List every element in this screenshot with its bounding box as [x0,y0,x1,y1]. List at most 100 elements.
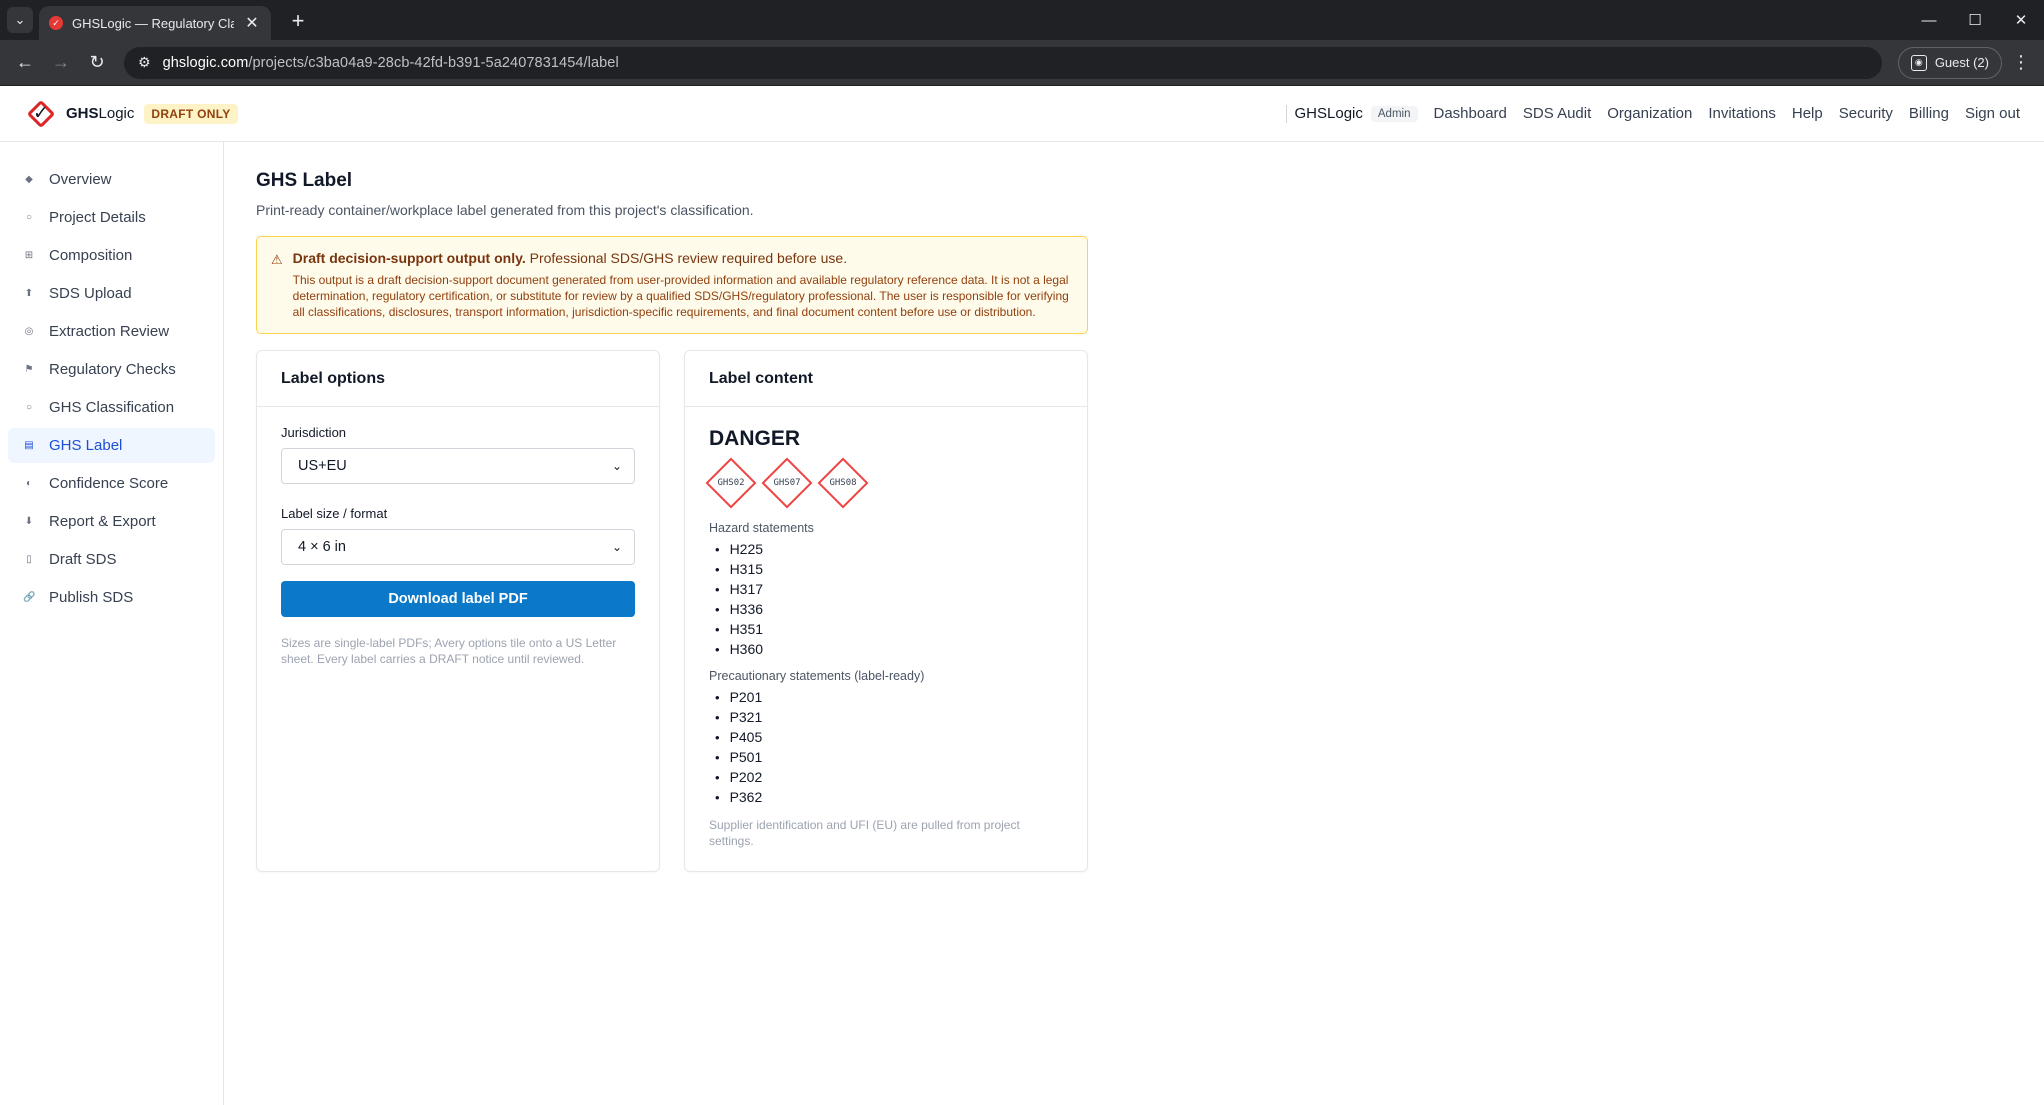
url-text: ghslogic.com/projects/c3ba04a9-28cb-42fd… [163,55,619,71]
sidebar-item-draft-sds[interactable]: ▯ Draft SDS [8,542,215,577]
sidebar-item-label: GHS Classification [49,399,175,416]
tab-close-icon[interactable]: ✕ [243,13,261,33]
sidebar-item-label: Extraction Review [49,323,170,340]
label-content-title: Label content [685,351,1087,407]
nav-dashboard[interactable]: Dashboard [1434,105,1507,122]
nav-invitations[interactable]: Invitations [1708,105,1776,122]
jurisdiction-select[interactable]: US+EU ⌄ [281,448,635,484]
sidebar: ◆ Overview ○ Project Details ⊞ Composition ⬆ SD… [0,142,224,1105]
sidebar-item-label: Report & Export [49,513,156,530]
warning-triangle-icon: ⚠ [271,252,283,267]
pictogram-code: GHS07 [773,478,801,488]
nav-sds-audit[interactable]: SDS Audit [1523,105,1591,122]
precautionary-statement-item: P501 [709,747,1063,767]
tab-search-chevron-icon[interactable]: ⌄ [7,7,33,33]
nav-divider [1285,104,1287,123]
precautionary-statement-item: P405 [709,727,1063,747]
profile-button[interactable]: ◉ Guest (2) [1897,46,2002,79]
hazard-statement-item: H317 [709,579,1063,599]
sidebar-item-ghs-classification[interactable]: ○ GHS Classification [8,390,215,425]
sidebar-item-sds-upload[interactable]: ⬆ SDS Upload [8,276,215,311]
label-size-select[interactable]: 4 × 6 in ⌄ [281,529,635,565]
brand[interactable]: ✓ GHSLogic DRAFT ONLY [26,99,238,129]
browser-tab-strip: ⌄ ✓ GHSLogic — Regulatory Classi ✕ + — ☐… [0,0,2044,40]
hazard-statement-item: H315 [709,559,1063,579]
precautionary-statement-item: P321 [709,707,1063,727]
main-content: GHS Label Print-ready container/workplac… [224,142,2044,1105]
minimize-icon[interactable]: — [1906,0,1952,40]
precautionary-statements-label: Precautionary statements (label-ready) [709,669,925,683]
ghs-pictogram-icon: GHS08 [817,457,869,509]
precautionary-statements-list: P201P321P405P501P202P362 [709,687,1063,807]
signal-word: DANGER [709,427,801,450]
sidebar-item-report-and-export[interactable]: ⬇ Report & Export [8,504,215,539]
chevron-down-icon: ⌄ [611,459,622,473]
sds-upload-icon: ⬆ [24,288,34,299]
brand-name: GHSLogic [66,105,135,122]
sidebar-item-overview[interactable]: ◆ Overview [8,162,215,197]
sidebar-item-label: Draft SDS [49,551,117,568]
precautionary-statement-item: P202 [709,767,1063,787]
browser-tab[interactable]: ✓ GHSLogic — Regulatory Classi ✕ [39,6,271,40]
sidebar-item-ghs-label[interactable]: ▤ GHS Label [8,428,215,463]
sidebar-item-label: Overview [49,171,112,188]
hazard-statement-item: H351 [709,619,1063,639]
address-bar[interactable]: ⚙ ghslogic.com/projects/c3ba04a9-28cb-42… [124,46,1882,79]
label-options-card: Label options Jurisdiction US+EU ⌄ Label… [256,350,660,872]
confidence-score-icon: ◐ [25,478,33,489]
overview-icon: ◆ [25,174,33,185]
ghs-pictogram-icon: GHS07 [761,457,813,509]
precautionary-statement-item: P201 [709,687,1063,707]
sidebar-item-confidence-score[interactable]: ◐ Confidence Score [8,466,215,501]
warning-body: This output is a draft decision-support … [292,273,1069,319]
project-details-icon: ○ [25,212,33,223]
jurisdiction-label: Jurisdiction [281,425,347,440]
new-tab-icon[interactable]: + [285,8,311,34]
app-header: ✓ GHSLogic DRAFT ONLY GHSLogic Admin Das… [0,86,2044,142]
sidebar-item-composition[interactable]: ⊞ Composition [8,238,215,273]
profile-icon: ◉ [1910,54,1927,71]
sidebar-item-label: SDS Upload [49,285,132,302]
nav-organization[interactable]: Organization [1607,105,1692,122]
precautionary-statement-item: P362 [709,787,1063,807]
hazard-statements-list: H225H315H317H336H351H360 [709,539,1063,659]
supplier-footnote: Supplier identification and UFI (EU) are… [709,818,1020,848]
label-options-title: Label options [257,351,659,407]
forward-arrow-icon[interactable]: → [46,48,76,78]
sidebar-item-publish-sds[interactable]: 🔗 Publish SDS [8,580,215,615]
nav-security[interactable]: Security [1839,105,1893,122]
hazard-statement-item: H225 [709,539,1063,559]
maximize-icon[interactable]: ☐ [1952,0,1998,40]
sidebar-item-regulatory-checks[interactable]: ⚑ Regulatory Checks [8,352,215,387]
org-name: GHSLogic [1294,105,1363,122]
pictogram-row: GHS02 GHS07 GHS08 [705,457,1063,509]
browser-toolbar: ← → ↻ ⚙ ghslogic.com/projects/c3ba04a9-2… [0,40,2044,86]
tab-favicon-icon: ✓ [49,16,63,30]
nav-sign-out[interactable]: Sign out [1965,105,2020,122]
report-and-export-icon: ⬇ [24,516,34,527]
label-size-hint: Sizes are single-label PDFs; Avery optio… [281,636,617,666]
url-domain: ghslogic.com [162,54,249,71]
regulatory-checks-icon: ⚑ [24,364,34,375]
page-subtitle: Print-ready container/workplace label ge… [256,202,754,218]
sidebar-item-project-details[interactable]: ○ Project Details [8,200,215,235]
ghslogic-logo-icon: ✓ [26,99,56,129]
composition-icon: ⊞ [24,250,34,261]
label-content-card: Label content DANGER GHS02 GHS07 GHS08 Haz… [684,350,1088,872]
nav-help[interactable]: Help [1792,105,1823,122]
browser-menu-icon[interactable]: ⋮ [2008,52,2034,73]
sidebar-item-label: Regulatory Checks [49,361,176,378]
window-close-icon[interactable]: ✕ [1998,0,2044,40]
download-label-pdf-button[interactable]: Download label PDF [281,581,635,617]
draft-sds-icon: ▯ [26,554,32,565]
hazard-statements-label: Hazard statements [709,521,814,535]
ghs-label-icon: ▤ [24,440,34,451]
sidebar-item-extraction-review[interactable]: ◎ Extraction Review [8,314,215,349]
site-info-icon[interactable]: ⚙ [138,54,151,71]
ghs-pictogram-icon: GHS02 [705,457,757,509]
tab-title: GHSLogic — Regulatory Classi [72,15,234,31]
back-arrow-icon[interactable]: ← [10,48,40,78]
reload-icon[interactable]: ↻ [82,48,112,78]
nav-billing[interactable]: Billing [1909,105,1949,122]
hazard-statement-item: H360 [709,639,1063,659]
